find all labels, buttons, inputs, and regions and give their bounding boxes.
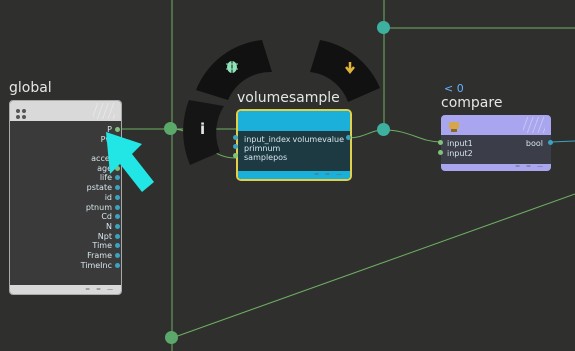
compare-condition: < 0 — [444, 82, 464, 95]
output-port-dot[interactable] — [115, 233, 120, 239]
input-port-dot[interactable] — [438, 150, 443, 155]
global-output-port[interactable]: Npt — [81, 232, 120, 242]
input-port-dot[interactable] — [233, 144, 238, 149]
volumesample-node-title: volumesample — [237, 90, 340, 106]
compare-node-title: compare — [441, 95, 503, 111]
wire-junction[interactable] — [164, 122, 177, 135]
output-port-dot[interactable] — [115, 243, 120, 249]
input-port-label[interactable]: input2 — [447, 149, 473, 158]
volumesample-node[interactable]: input_index primnum samplepos volumevalu… — [236, 109, 352, 181]
global-output-port[interactable]: TimeInc — [81, 261, 120, 271]
global-output-port[interactable]: ptnum — [81, 203, 120, 213]
global-output-port[interactable]: Frame — [81, 251, 120, 261]
output-port-label[interactable]: volumevalue — [293, 135, 345, 144]
input-port-label[interactable]: primnum — [244, 144, 280, 153]
output-port-label[interactable]: bool — [526, 139, 543, 148]
global-output-port[interactable]: Cd — [81, 212, 120, 222]
wire-junction[interactable] — [165, 331, 178, 344]
output-port-dot[interactable] — [115, 223, 120, 229]
compare-node-header[interactable] — [441, 115, 551, 135]
global-output-port[interactable]: N — [81, 222, 120, 232]
compare-node[interactable]: input1 input2 bool = = — — [441, 115, 551, 171]
global-output-port[interactable]: Time — [81, 241, 120, 251]
arrow-down-icon[interactable] — [343, 60, 357, 75]
pointer-arrow-icon — [106, 132, 154, 192]
input-port-dot[interactable] — [233, 153, 238, 158]
global-node-header[interactable] — [10, 101, 121, 121]
volumesample-node-header[interactable] — [238, 111, 350, 131]
input-port-label[interactable]: input1 — [447, 139, 473, 148]
input-port-label[interactable]: samplepos — [244, 153, 287, 162]
grid-icon — [15, 105, 27, 119]
info-icon[interactable]: i — [200, 120, 212, 138]
bug-icon[interactable] — [224, 58, 240, 74]
input-port-dot[interactable] — [438, 140, 443, 145]
output-port-dot[interactable] — [115, 262, 120, 268]
wire-junction[interactable] — [377, 123, 390, 136]
scale-icon — [447, 118, 461, 132]
input-port-label[interactable]: input_index — [244, 135, 290, 144]
output-port-dot[interactable] — [115, 252, 120, 258]
output-port-dot[interactable] — [115, 214, 120, 220]
input-port-dot[interactable] — [233, 135, 238, 140]
output-port-dot[interactable] — [115, 204, 120, 210]
output-port-dot[interactable] — [548, 140, 553, 145]
global-node-title: global — [9, 80, 52, 96]
wire-junction[interactable] — [377, 21, 390, 34]
output-port-dot[interactable] — [346, 135, 351, 140]
